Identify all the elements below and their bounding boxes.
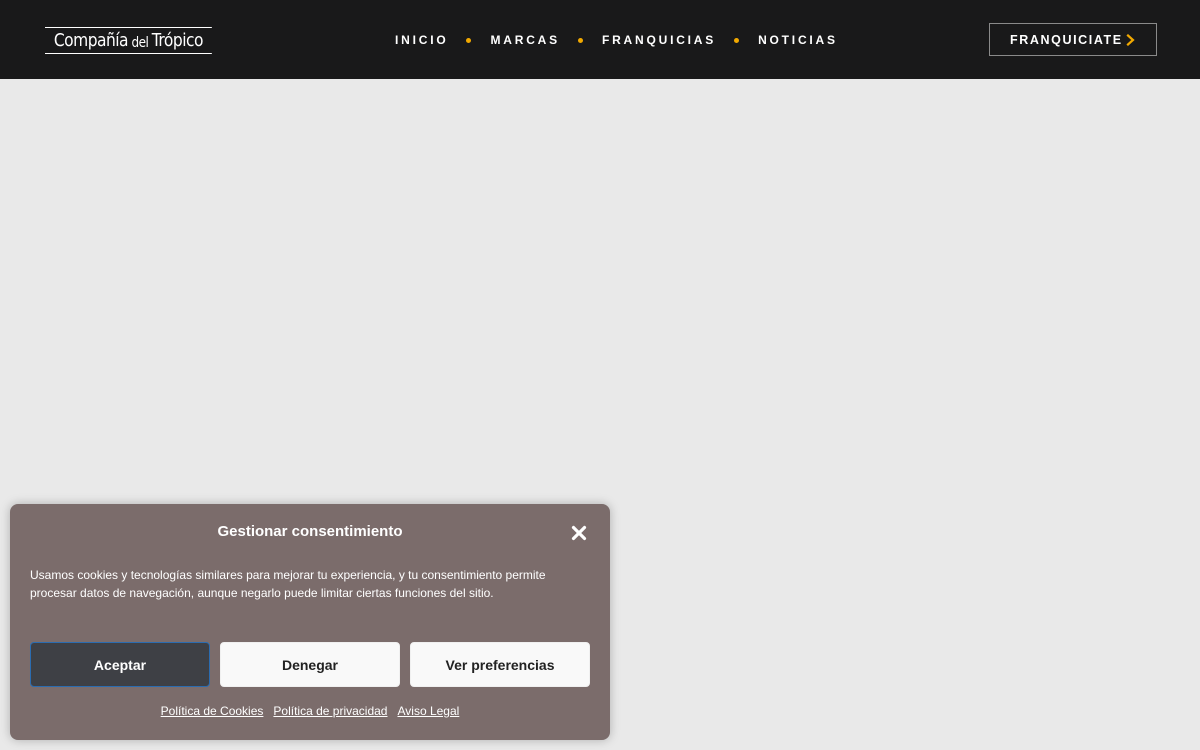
logo-text-part1: Compañía — [53, 29, 129, 51]
logo-text-part2: del — [131, 34, 149, 51]
franquiciate-button[interactable]: FRANQUICIATE — [989, 23, 1157, 56]
legal-notice-link[interactable]: Aviso Legal — [397, 704, 459, 718]
site-logo[interactable]: Compañía del Trópico — [45, 27, 212, 54]
nav-item-inicio[interactable]: INICIO — [395, 32, 448, 48]
chevron-right-icon — [1126, 34, 1135, 46]
nav-separator-dot — [466, 37, 472, 43]
consent-title: Gestionar consentimiento — [217, 523, 403, 540]
close-icon[interactable] — [571, 525, 587, 541]
deny-button[interactable]: Denegar — [220, 642, 400, 687]
view-preferences-button[interactable]: Ver preferencias — [410, 642, 590, 687]
logo-text-part3: Trópico — [151, 29, 204, 51]
consent-message: Usamos cookies y tecnologías similares p… — [30, 568, 546, 600]
accept-button[interactable]: Aceptar — [30, 642, 210, 687]
franquiciate-label: FRANQUICIATE — [1010, 32, 1123, 47]
nav-separator-dot — [734, 37, 740, 43]
nav-item-noticias[interactable]: NOTICIAS — [758, 32, 838, 48]
nav-item-franquicias[interactable]: FRANQUICIAS — [602, 32, 716, 48]
nav-separator-dot — [577, 37, 583, 43]
cookie-policy-link[interactable]: Política de Cookies — [161, 704, 264, 718]
nav-item-marcas[interactable]: MARCAS — [490, 32, 559, 48]
cookie-consent-dialog: Gestionar consentimiento Usamos cookies … — [10, 504, 610, 740]
consent-links: Política de Cookies Política de privacid… — [10, 704, 610, 718]
site-header: Compañía del Trópico INICIO MARCAS FRANQUI… — [0, 0, 1200, 79]
main-nav: INICIO MARCAS FRANQUICIAS NOTICIAS — [395, 32, 838, 48]
privacy-policy-link[interactable]: Política de privacidad — [273, 704, 387, 718]
